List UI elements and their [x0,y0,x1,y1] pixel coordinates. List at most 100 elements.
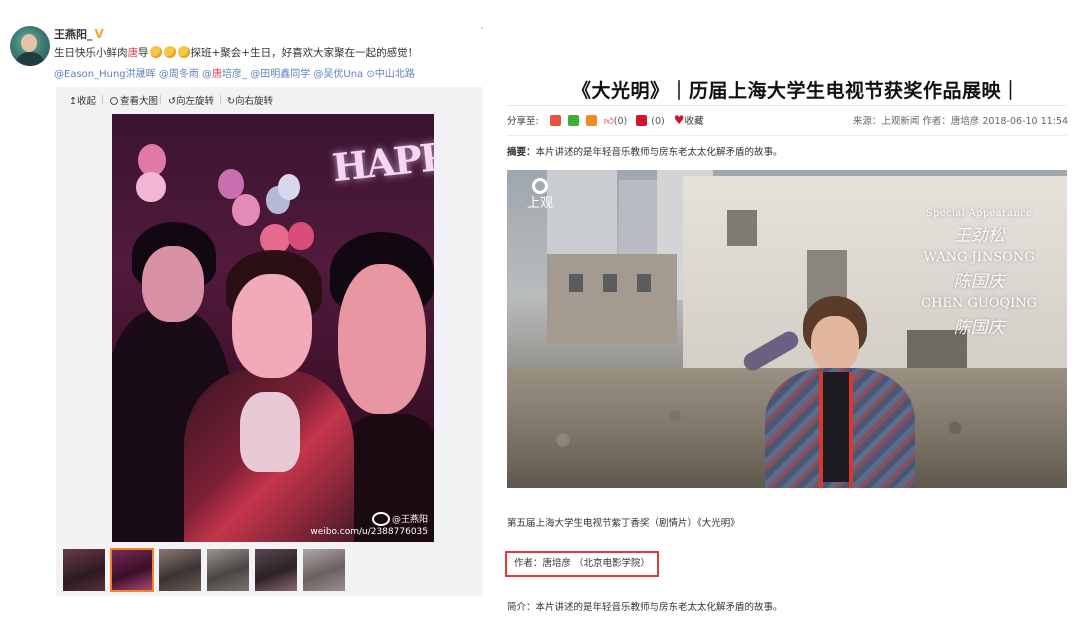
toolbar-divider [160,95,161,104]
window-shape [569,274,583,292]
rotate-right-icon: ↻ [227,96,235,107]
article-summary: 摘要：本片讲述的是年轻音乐教师与房东老太太化解矛盾的故事。 [507,144,783,158]
post-text: 生日快乐小鲜肉唐导 探班+聚会+生日，好喜欢大家聚在一起的感觉！ [54,45,418,60]
location-pin-icon: ⊙ [366,69,375,80]
mentions-line[interactable]: @Eason_Hung洪晟晖 @周冬雨 @唐培彦_ @田明鑫同学 @吴优Una … [54,65,415,80]
photo-thumbnail[interactable] [110,548,154,592]
wechat-share-icon[interactable] [567,115,579,126]
credit-signature: 陈国庆 [953,272,1005,292]
divider [507,135,1067,136]
media-toolbar: ↥收起 查看大图 ↺向左旋转 ↻向右旋转 [56,87,483,109]
avatar-face [21,34,37,52]
post-text-highlight: 唐 [127,47,139,59]
shangguan-logo: 上观 [527,178,553,212]
logo-text: 上观 [527,196,554,211]
photo-thumbnail[interactable] [159,549,201,591]
logo-ring-icon [532,178,548,194]
balloon-shape [136,172,166,202]
qzone-share-icon[interactable] [585,115,597,126]
avatar-body [15,52,45,66]
rotate-left-icon: ↺ [168,96,176,107]
post-text-part: 探班+聚会+生日，好喜欢大家聚在一起的感觉！ [190,47,419,59]
comment-icon[interactable] [636,115,648,126]
comment-count: (0) [651,116,665,127]
weibo-share-icon[interactable] [549,115,561,126]
window-shape [637,274,651,292]
weibo-post: 王燕阳_ V ` 生日快乐小鲜肉唐导 探班+聚会+生日，好喜欢大家聚在一起的感觉！ … [0,0,495,632]
film-caption: 第五届上海大学生电视节紫丁香奖（剧情片）《大光明》 [507,518,740,529]
window-shape [603,274,617,292]
collect-button[interactable]: ↥收起 [69,93,96,107]
view-large-button[interactable]: 查看大图 [110,93,158,107]
like-count: (0) [613,116,628,127]
rotate-left-button[interactable]: ↺向左旋转 [168,93,214,107]
mention-links[interactable]: 培彦_ @田明鑫同学 @吴优Una [222,69,363,80]
share-bar: 分享至: 👍︎(0) (0) ♥收藏 [507,113,704,127]
main-photo[interactable]: HAPPY @王燕阳 weibo.com/u/2388776035 [112,114,434,542]
photo-thumbnail[interactable] [303,549,345,591]
divider [507,105,1067,106]
credit-heading: Special Appearance [925,208,1033,219]
photo-watermark: @王燕阳 weibo.com/u/2388776035 [310,514,428,538]
film-credits: Special Appearance 王劲松 WANG JINSONG 陈国庆 … [921,208,1037,338]
avatar[interactable] [10,26,50,66]
cardigan-trim [849,372,853,488]
credit-signature: 陈国庆 [953,318,1005,338]
heart-icon[interactable]: ♥ [674,113,685,127]
actress-inner-top [823,372,849,482]
credit-name: WANG JINSONG [923,250,1035,265]
news-article: 《大光明》｜历届上海大学生电视节获奖作品展映｜ 分享至: 👍︎(0) (0) ♥… [495,0,1080,632]
summary-label: 摘要： [507,147,536,158]
credit-signature: 王劲松 [953,226,1005,246]
collapse-icon: ↥ [69,96,77,107]
sweater-print [240,392,300,472]
watermark-name: @王燕阳 [391,515,428,525]
author-highlight-box: 作者：唐培彦 （北京电影学院） [505,551,660,577]
balloon-shape [278,174,300,200]
balloon-shape [232,194,260,226]
magnifier-icon [110,97,118,105]
cardigan-trim [819,372,823,488]
collect-label: 收起 [76,96,96,107]
film-intro: 简介：本片讲述的是年轻音乐教师与房东老太太化解矛盾的故事。 [507,602,783,613]
view-large-label: 查看大图 [120,96,159,107]
post-text-part: 导 [138,47,149,59]
share-label: 分享至: [507,116,539,127]
rotate-right-button[interactable]: ↻向右旋转 [227,93,273,107]
username-link[interactable]: 王燕阳_ V [54,26,104,42]
article-source: 来源：上观新闻 作者：唐培彦 2018-06-10 11:54 [852,116,1068,127]
location-link[interactable]: 中山北路 [375,69,415,80]
photo-thumbnail[interactable] [207,549,249,591]
rotate-left-label: 向左旋转 [175,96,214,107]
old-house-shape [547,254,677,344]
article-title: 《大光明》｜历届上海大学生电视节获奖作品展映｜ [572,80,1021,102]
emoji-icon [177,46,190,58]
mention-links[interactable]: @Eason_Hung洪晟晖 @周冬雨 @ [54,69,212,80]
person-face [232,274,312,378]
credit-name: CHEN GUOQING [921,296,1037,311]
actress-arm [740,328,802,374]
actress-figure [735,296,935,488]
photo-thumbnail[interactable] [255,549,297,591]
mention-highlight[interactable]: 唐 [212,69,222,80]
film-still-image: 上观 Special Appearance 王劲松 WANG JINSONG 陈… [507,170,1067,488]
dropdown-arrow-icon[interactable]: ` [480,27,485,38]
balloon-shape [288,222,314,250]
person-face [142,246,204,322]
person-face [338,264,426,414]
vip-badge-icon: V [94,27,104,41]
actress-face [811,316,859,372]
emoji-icon [149,46,162,58]
toolbar-divider [102,95,103,104]
toolbar-divider [220,95,221,104]
thumbs-up-icon[interactable]: 👍︎ [604,116,614,127]
window-shape [727,210,757,246]
emoji-icon [163,46,176,58]
favorite-label[interactable]: 收藏 [685,116,704,127]
username-text: 王燕阳_ [54,28,93,41]
watermark-url: weibo.com/u/2388776035 [310,527,428,537]
photo-thumbnail[interactable] [63,549,105,591]
post-text-part: 生日快乐小鲜肉 [54,47,128,59]
media-viewer: ↥收起 查看大图 ↺向左旋转 ↻向右旋转 HAPPY @王燕阳 weibo.co… [56,87,483,596]
happy-balloon-text: HAPPY [330,130,434,191]
